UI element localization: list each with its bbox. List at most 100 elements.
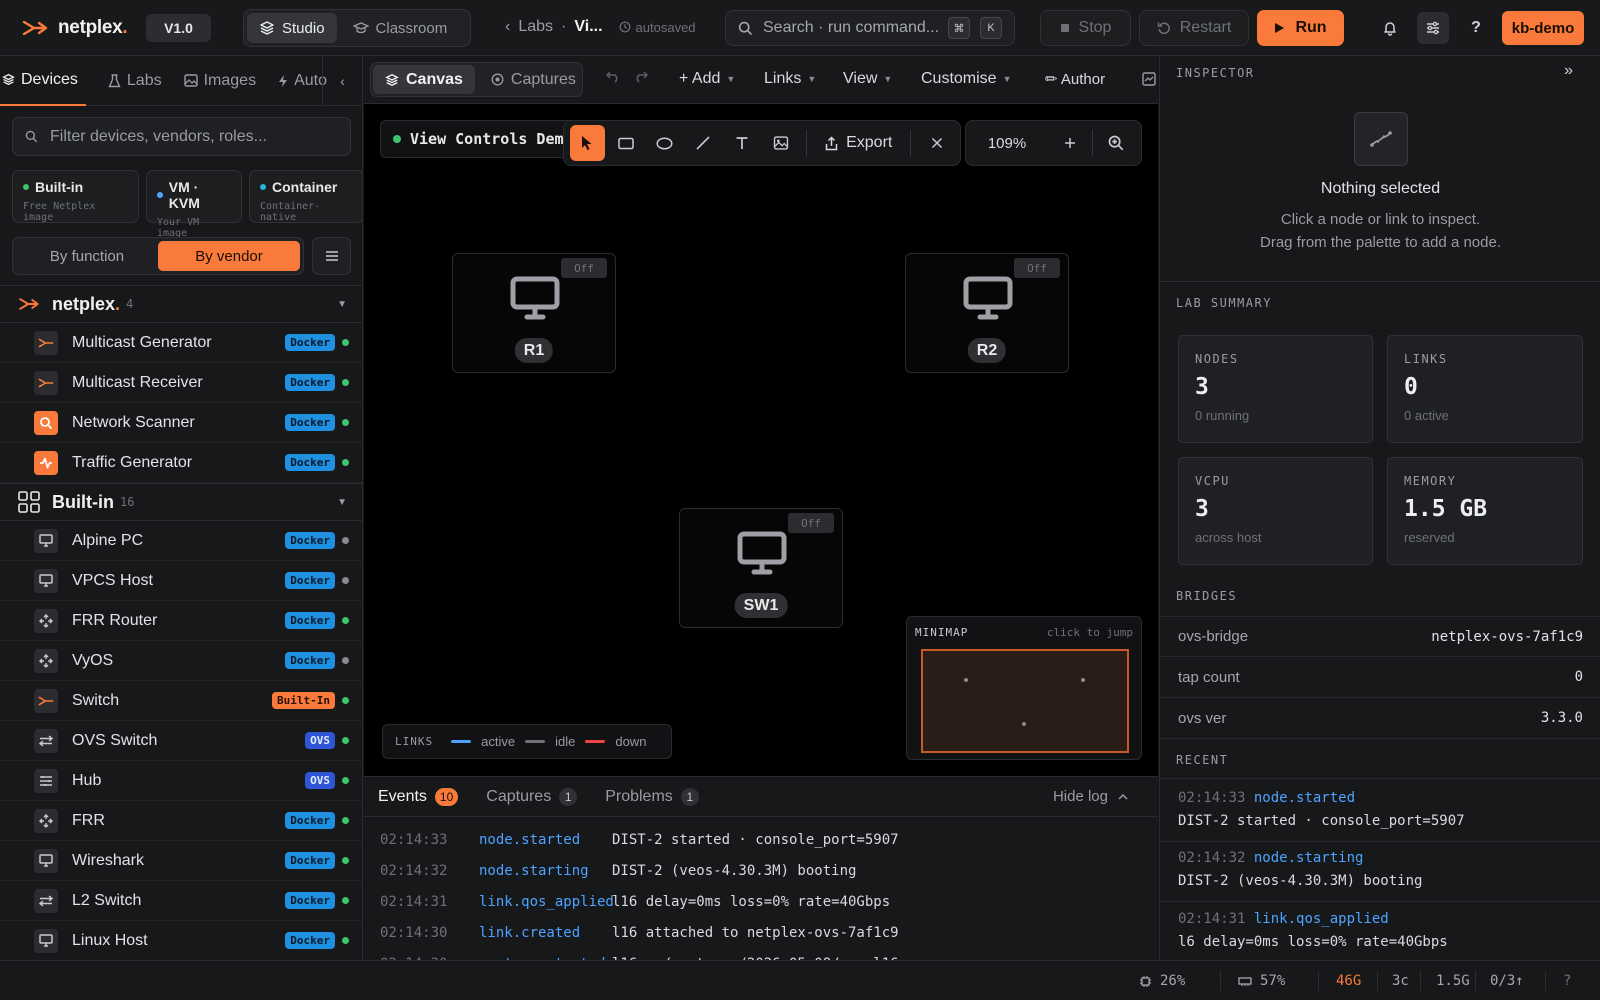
legend-down-label: down (615, 734, 647, 749)
source-builtin-card[interactable]: Built-in Free Netplex image (12, 170, 139, 223)
rectangle-tool[interactable] (609, 125, 644, 161)
group-by-vendor[interactable]: By vendor (158, 241, 300, 271)
caret-down-icon: ▼ (883, 74, 893, 84)
device-vpcs-host[interactable]: VPCS Host Docker (0, 561, 362, 601)
undo-icon[interactable] (606, 71, 621, 83)
device-palette: Devices Labs Images Auto ‹ Filter device… (0, 56, 363, 960)
tab-problems[interactable]: Problems 1 (605, 787, 699, 806)
group-builtin[interactable]: Built-in 16 ▼ (0, 483, 362, 521)
breadcrumb-labs[interactable]: Labs (518, 18, 553, 36)
text-tool[interactable] (725, 125, 760, 161)
links-menu[interactable]: Links ▼ (764, 70, 816, 88)
node-sw1[interactable]: Off SW1 (679, 508, 843, 628)
tab-labs[interactable]: Labs (108, 56, 162, 106)
recent-event[interactable]: 02:14:31 link.qos_applied l6 delay=0ms lo… (1160, 900, 1600, 960)
bridges-title: BRIDGES (1176, 589, 1238, 603)
user-menu[interactable]: kb-demo (1502, 11, 1584, 45)
log-row[interactable]: 02:14:33 node.started DIST-2 started · con… (380, 825, 1158, 856)
tab-devices[interactable]: Devices (0, 56, 86, 106)
add-menu[interactable]: + Add ▼ (679, 70, 735, 88)
legend-down-swatch (585, 740, 606, 743)
device-frr-router[interactable]: FRR Router Docker (0, 601, 362, 641)
pointer-tool[interactable] (570, 125, 605, 161)
device-multicast-generator[interactable]: Multicast Generator Docker (0, 323, 362, 363)
minimap-hint: click to jump (1046, 626, 1133, 639)
tab-events[interactable]: Events 10 (378, 787, 459, 806)
statusbar-help[interactable]: ? (1563, 973, 1571, 989)
device-wireshark[interactable]: Wireshark Docker (0, 841, 362, 881)
device-name: Alpine PC (72, 531, 144, 549)
author-button[interactable]: ✏ Author (1045, 70, 1105, 88)
zoom-in-button[interactable] (1048, 125, 1092, 161)
close-drawbar-button[interactable] (919, 125, 954, 161)
run-button[interactable]: Run (1257, 10, 1344, 46)
log-row[interactable]: 02:14:31 link.qos_applied l16 delay=0ms lo… (380, 887, 1158, 918)
chevron-left-icon: ‹ (340, 73, 345, 89)
image-tool[interactable] (763, 125, 798, 161)
notifications-button[interactable] (1374, 12, 1406, 44)
tab-images[interactable]: Images (183, 56, 256, 106)
line-tool[interactable] (686, 125, 721, 161)
help-button[interactable]: ? (1460, 12, 1492, 44)
customise-menu[interactable]: Customise ▼ (921, 70, 1012, 88)
list-view-button[interactable] (312, 237, 351, 275)
device-ovs-switch[interactable]: OVS Switch OVS (0, 721, 362, 761)
zoom-fit-button[interactable] (1093, 125, 1139, 161)
recent-event[interactable]: 02:14:32 node.starting DIST-2 (veos-4.30.… (1160, 839, 1600, 902)
device-multicast-receiver[interactable]: Multicast Receiver Docker (0, 363, 362, 403)
command-search[interactable]: Search · run command... ⌘ K (725, 10, 1015, 46)
view-canvas-tab[interactable]: Canvas (373, 65, 475, 94)
collapse-inspector-icon[interactable]: » (1564, 62, 1573, 80)
view-captures-tab[interactable]: Captures (479, 65, 588, 94)
tab-captures[interactable]: Captures 1 (486, 787, 578, 806)
source-builtin-title: Built-in (35, 179, 84, 195)
minimap[interactable]: MINIMAP click to jump (906, 616, 1142, 760)
view-menu[interactable]: View ▼ (843, 70, 892, 88)
log-rows: 02:14:33 node.started DIST-2 started · con… (364, 817, 1158, 961)
device-network-scanner[interactable]: Network Scanner Docker (0, 403, 362, 443)
device-alpine-pc[interactable]: Alpine PC Docker (0, 521, 362, 561)
device-l2-switch[interactable]: L2 Switch Docker (0, 881, 362, 921)
app-logo[interactable]: netplex. (22, 17, 146, 39)
version-badge[interactable]: V1.0 (146, 14, 211, 42)
panel-toggle-icon[interactable] (1142, 72, 1156, 86)
logo-text: netplex. (58, 16, 128, 38)
jobs-status[interactable]: 0/3↑ (1490, 973, 1524, 989)
source-vm-card[interactable]: VM · KVM Your VM image (146, 170, 242, 239)
minimap-viewport[interactable] (921, 649, 1129, 753)
settings-button[interactable] (1417, 12, 1449, 44)
breadcrumb-current[interactable]: Vi... (574, 18, 602, 36)
close-icon (931, 137, 942, 149)
device-hub[interactable]: Hub OVS (0, 761, 362, 801)
export-button[interactable]: Export (815, 134, 902, 152)
device-vyos[interactable]: VyOS Docker (0, 641, 362, 681)
node-r1[interactable]: Off R1 (452, 253, 616, 373)
collapse-palette-button[interactable]: ‹ (322, 56, 362, 106)
group-by-function[interactable]: By function (16, 241, 158, 271)
redo-icon[interactable] (633, 71, 648, 83)
device-linux-host[interactable]: Linux Host Docker (0, 921, 362, 960)
zoom-level[interactable]: 109% (966, 135, 1048, 152)
breadcrumb: ‹ Labs · Vi... autosaved (505, 18, 696, 36)
device-filter-input[interactable]: Filter devices, vendors, roles... (12, 117, 351, 156)
divider (1220, 971, 1221, 991)
tab-auto[interactable]: Auto (278, 56, 327, 106)
play-icon (1275, 23, 1285, 33)
top-bar: netplex. V1.0 Studio Classroom ‹ Labs · … (0, 0, 1600, 56)
group-netplex[interactable]: netplex. 4 ▼ (0, 285, 362, 323)
restart-button[interactable]: Restart (1139, 10, 1249, 46)
log-row[interactable]: 02:14:30 link.created l16 attached to netp… (380, 918, 1158, 949)
device-frr[interactable]: FRR Docker (0, 801, 362, 841)
mode-studio-tab[interactable]: Studio (247, 13, 337, 43)
log-row[interactable]: 02:14:32 node.starting DIST-2 (veos-4.30.3… (380, 856, 1158, 887)
ellipse-tool[interactable] (647, 125, 682, 161)
stop-button[interactable]: Stop (1040, 10, 1131, 46)
chevron-left-icon[interactable]: ‹ (505, 18, 510, 36)
mode-classroom-tab[interactable]: Classroom (341, 13, 460, 43)
node-r2[interactable]: Off R2 (905, 253, 1069, 373)
device-switch[interactable]: Switch Built-In (0, 681, 362, 721)
device-traffic-generator[interactable]: Traffic Generator Docker (0, 443, 362, 483)
source-container-card[interactable]: Container Container-native (249, 170, 362, 223)
hide-log-button[interactable]: Hide log (1053, 788, 1128, 805)
recent-event[interactable]: 02:14:33 node.started DIST-2 started · co… (1160, 778, 1600, 842)
